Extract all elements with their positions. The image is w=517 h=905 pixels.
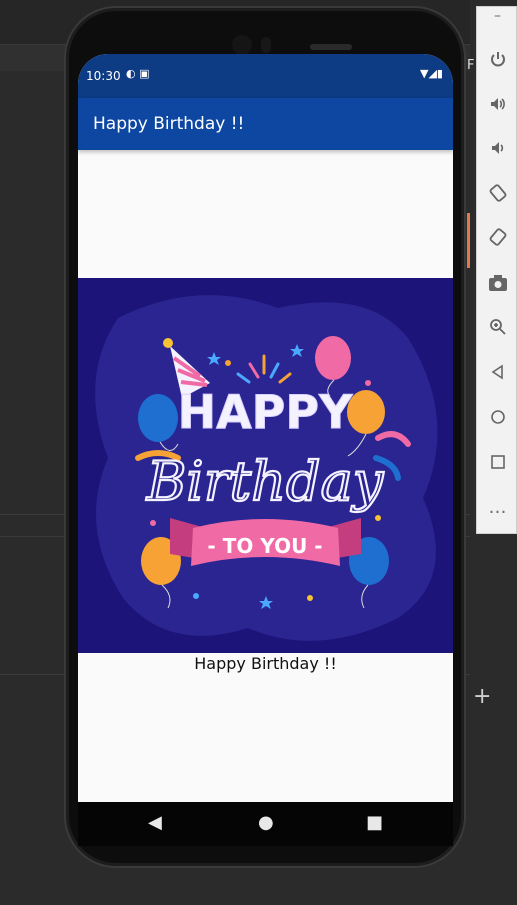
minimize-icon[interactable]: – <box>477 1 517 31</box>
app-bar: Happy Birthday !! <box>78 98 453 150</box>
volume-down-icon[interactable] <box>477 128 517 168</box>
birthday-caption: Happy Birthday !! <box>194 654 337 673</box>
more-icon[interactable]: … <box>477 487 517 527</box>
front-camera-icon <box>232 35 252 55</box>
status-time: 10:30 <box>86 69 121 83</box>
camera-icon[interactable] <box>477 263 517 303</box>
status-bar: 10:30 ◐ ▣ ▼◢▮ <box>78 54 453 98</box>
power-icon[interactable] <box>477 39 517 79</box>
back-icon[interactable] <box>477 352 517 392</box>
banner-birthday-text: Birthday <box>146 450 385 513</box>
app-bar-title: Happy Birthday !! <box>93 114 245 134</box>
signal-battery-icons: ▼◢▮ <box>420 67 443 80</box>
sensor-icon <box>261 37 271 53</box>
nav-recents-icon[interactable]: ■ <box>366 812 383 833</box>
add-icon[interactable]: + <box>473 684 491 709</box>
nav-home-icon[interactable]: ● <box>258 812 274 833</box>
zoom-icon[interactable] <box>477 307 517 347</box>
notification-icons: ◐ ▣ <box>126 67 150 80</box>
volume-up-icon[interactable] <box>477 84 517 124</box>
speaker-grille <box>310 44 352 50</box>
ide-side-accent <box>467 213 470 268</box>
nav-back-icon[interactable]: ◀ <box>148 812 162 833</box>
banner-to-you-text: - TO YOU - <box>207 534 322 558</box>
rotate-right-icon[interactable] <box>477 217 517 257</box>
emulator-toolbar: – … <box>476 6 517 534</box>
rotate-left-icon[interactable] <box>477 173 517 213</box>
birthday-banner-image: HAPPY Birthday - TO YOU - <box>78 278 453 653</box>
banner-happy-text: HAPPY <box>178 385 354 439</box>
overview-icon[interactable] <box>477 442 517 482</box>
device-screen: 10:30 ◐ ▣ ▼◢▮ Happy Birthday !! HAPPY Bi… <box>78 54 453 846</box>
home-icon[interactable] <box>477 397 517 437</box>
navigation-bar: ◀ ● ■ <box>78 802 453 846</box>
